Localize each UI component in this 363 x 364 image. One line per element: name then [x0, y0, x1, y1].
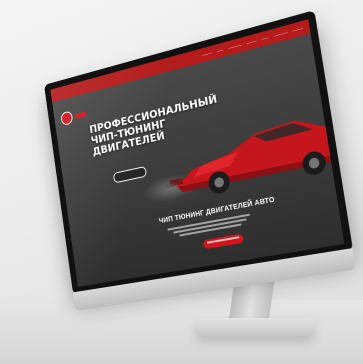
nav-item: ———	[292, 26, 304, 34]
site-logo	[60, 107, 87, 127]
photo-scene: ——— —— ———— ——— —— ———— ——— ПРОФЕССИОНАЛ…	[0, 0, 363, 364]
website-screen: ——— —— ———— ——— —— ———— ——— ПРОФЕССИОНАЛ…	[50, 19, 345, 287]
nav-item: ————	[227, 42, 242, 51]
nav-item: ——	[261, 35, 269, 42]
site-nav-bar: ——— —— ———— ——— —— ———— ———	[50, 19, 311, 103]
nav-item: ———	[202, 50, 213, 58]
cta-button-label	[206, 236, 240, 244]
nav-item: ——	[216, 47, 224, 54]
cta-button	[202, 233, 245, 250]
nav-item: ————	[273, 30, 288, 39]
logo-wordmark	[74, 110, 87, 119]
monitor: ——— —— ———— ——— —— ———— ——— ПРОФЕССИОНАЛ…	[44, 10, 357, 311]
logo-icon	[60, 110, 74, 127]
monitor-perspective: ——— —— ———— ——— —— ———— ——— ПРОФЕССИОНАЛ…	[0, 0, 363, 364]
nav-item: ———	[246, 38, 257, 46]
